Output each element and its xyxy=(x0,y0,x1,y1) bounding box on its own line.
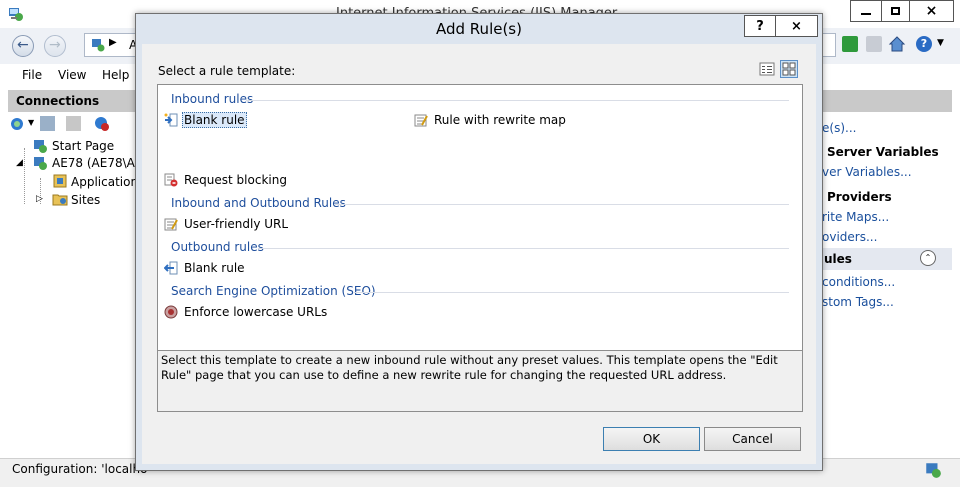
chevron-down-icon[interactable]: ▼ xyxy=(937,38,944,48)
actions-header xyxy=(820,90,952,112)
add-rules-dialog: Add Rule(s) ? × Select a rule template: … xyxy=(135,13,823,471)
up-icon[interactable] xyxy=(66,116,81,131)
back-button[interactable]: ← xyxy=(12,35,34,57)
template-description: Select this template to create a new inb… xyxy=(157,351,803,412)
template-item-enforce-lowercase[interactable]: Enforce lowercase URLs xyxy=(164,303,329,321)
home-icon[interactable] xyxy=(888,35,906,53)
breadcrumb-arrow-icon: ▶ xyxy=(109,37,117,48)
group-header-inbound: Inbound rules xyxy=(171,92,254,106)
lowercase-url-icon xyxy=(164,305,178,319)
tiles-view-icon xyxy=(782,62,796,76)
details-view-button[interactable] xyxy=(758,60,776,78)
action-link-providers[interactable]: oviders... xyxy=(822,230,877,244)
group-divider xyxy=(258,248,789,249)
actions-heading-rules: ules xyxy=(824,252,852,266)
dialog-body: Select a rule template: Inbound rules Bl… xyxy=(142,44,816,464)
iis-app-icon xyxy=(9,8,23,21)
action-link-conditions[interactable]: conditions... xyxy=(822,275,895,289)
action-link-server-variables[interactable]: ver Variables... xyxy=(822,165,912,179)
dialog-title: Add Rule(s) xyxy=(436,20,522,38)
blank-inbound-rule-icon xyxy=(164,113,178,127)
server-icon xyxy=(92,39,105,52)
action-link-rules[interactable]: e(s)... xyxy=(822,121,856,135)
menu-file[interactable]: File xyxy=(22,68,42,82)
tree-expand-icon[interactable]: ▷ xyxy=(36,194,43,204)
tree-collapse-icon[interactable]: ◢ xyxy=(16,158,23,168)
group-header-inbound-outbound: Inbound and Outbound Rules xyxy=(171,196,346,210)
menu-help[interactable]: Help xyxy=(102,68,129,82)
template-item-label: Blank rule xyxy=(184,261,245,275)
tree-item-application-pools[interactable]: Application xyxy=(71,175,138,189)
dialog-help-button[interactable]: ? xyxy=(744,15,776,37)
template-item-user-friendly-url[interactable]: User-friendly URL xyxy=(164,215,290,233)
help-icon[interactable]: ? xyxy=(916,36,932,52)
connection-status-icon xyxy=(926,463,941,478)
template-item-request-blocking[interactable]: Request blocking xyxy=(164,171,289,189)
tiles-view-button[interactable] xyxy=(780,60,798,78)
details-view-icon xyxy=(759,62,775,76)
tree-item-sites[interactable]: Sites xyxy=(71,193,100,207)
maximize-icon xyxy=(891,7,900,15)
connections-header: Connections xyxy=(8,90,140,112)
back-arrow-icon: ← xyxy=(17,37,29,53)
group-divider xyxy=(334,204,789,205)
action-link-rewrite-maps[interactable]: rite Maps... xyxy=(822,210,889,224)
template-item-label: Blank rule xyxy=(182,112,247,128)
group-header-seo: Search Engine Optimization (SEO) xyxy=(171,284,376,298)
disconnect-icon[interactable] xyxy=(94,116,110,132)
rewrite-map-icon xyxy=(414,114,428,127)
template-item-label: Request blocking xyxy=(184,173,287,187)
ok-button[interactable]: OK xyxy=(603,427,700,451)
template-item-label: Rule with rewrite map xyxy=(434,113,566,127)
template-item-rewrite-map[interactable]: Rule with rewrite map xyxy=(414,111,568,129)
request-blocking-icon xyxy=(164,173,178,187)
select-template-label: Select a rule template: xyxy=(158,64,296,78)
forward-arrow-icon: → xyxy=(49,37,61,53)
group-divider xyxy=(354,292,789,293)
tree-item-server[interactable]: AE78 (AE78\Adr xyxy=(52,156,147,170)
collapse-section-icon[interactable]: ⌃ xyxy=(920,250,936,266)
status-text: Configuration: 'localho xyxy=(12,462,148,476)
close-icon: × xyxy=(791,18,802,34)
cancel-button[interactable]: Cancel xyxy=(704,427,801,451)
start-page-icon xyxy=(34,140,47,153)
minimize-icon xyxy=(861,13,871,15)
group-divider xyxy=(246,100,789,101)
connections-toolbar: ▼ xyxy=(8,113,138,137)
dialog-close-button[interactable]: × xyxy=(775,15,818,37)
actions-heading-server-variables: Server Variables xyxy=(827,145,939,159)
sites-folder-icon xyxy=(52,194,68,206)
group-header-outbound: Outbound rules xyxy=(171,240,264,254)
template-item-label: Enforce lowercase URLs xyxy=(184,305,328,319)
minimize-button[interactable] xyxy=(850,0,882,22)
server-icon xyxy=(34,157,47,170)
rule-template-list: Inbound rules Blank rule Rule with rewri… xyxy=(157,84,803,351)
close-icon: × xyxy=(925,3,938,19)
refresh-icon[interactable] xyxy=(842,36,858,52)
question-icon: ? xyxy=(756,18,764,34)
template-item-blank-inbound[interactable]: Blank rule xyxy=(164,111,247,129)
template-item-label: User-friendly URL xyxy=(184,217,289,231)
window-close-button[interactable]: × xyxy=(909,0,954,22)
user-friendly-url-icon xyxy=(164,218,178,231)
save-icon[interactable] xyxy=(40,116,55,131)
actions-heading-providers: Providers xyxy=(827,190,892,204)
forward-button[interactable]: → xyxy=(44,35,66,57)
tree-item-start-page[interactable]: Start Page xyxy=(52,139,114,153)
maximize-button[interactable] xyxy=(881,0,910,22)
address-input-end xyxy=(822,33,836,57)
tree-guide-line xyxy=(24,148,26,204)
application-pools-icon xyxy=(53,174,67,188)
menu-view[interactable]: View xyxy=(58,68,86,82)
chevron-down-icon[interactable]: ▼ xyxy=(28,118,34,127)
connect-icon[interactable] xyxy=(10,116,26,132)
template-item-blank-outbound[interactable]: Blank rule xyxy=(164,259,247,277)
action-link-custom-tags[interactable]: stom Tags... xyxy=(822,295,894,309)
blank-outbound-rule-icon xyxy=(164,261,178,275)
stop-icon[interactable] xyxy=(866,36,882,52)
